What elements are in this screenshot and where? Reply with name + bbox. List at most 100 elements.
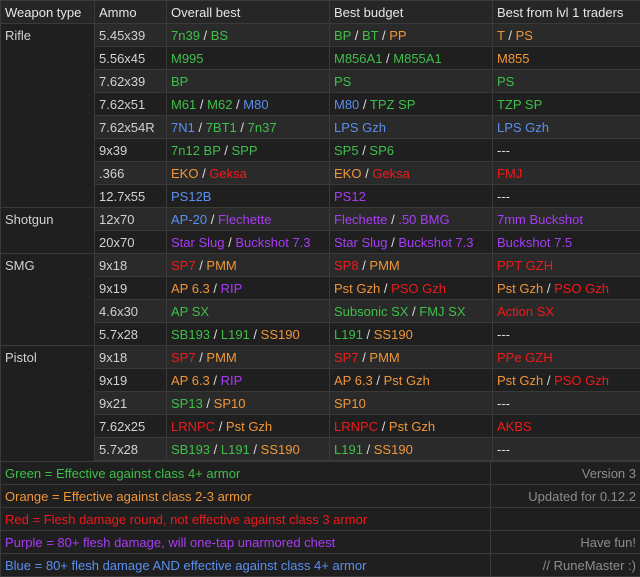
table-row: Shotgun12x70AP-20 / FlechetteFlechette /… bbox=[1, 208, 640, 231]
ammo-cell: 5.7x28 bbox=[95, 438, 167, 461]
table-row: 12.7x55PS12BPS12--- bbox=[1, 185, 640, 208]
separator: / bbox=[210, 281, 221, 296]
ammo-name: LRNPC bbox=[171, 419, 215, 434]
weapon-type-cell: Shotgun bbox=[1, 208, 95, 231]
weapon-type-cell: Rifle bbox=[1, 24, 95, 47]
legend-text: Blue = 80+ flesh damage AND effective ag… bbox=[1, 554, 491, 577]
ammo-name: SP5 bbox=[334, 143, 359, 158]
ammo-name: SP10 bbox=[334, 396, 366, 411]
table-row: 9x397n12 BP / SPPSP5 / SP6--- bbox=[1, 139, 640, 162]
ammo-name: RIP bbox=[221, 281, 243, 296]
ammo-name: SS190 bbox=[374, 327, 413, 342]
legend-note: Updated for 0.12.2 bbox=[491, 485, 640, 508]
separator: / bbox=[363, 442, 374, 457]
ammo-name: LPS Gzh bbox=[334, 120, 386, 135]
legend-row: Green = Effective against class 4+ armor… bbox=[1, 462, 640, 485]
ammo-name: Pst Gzh bbox=[497, 373, 543, 388]
table-row: Rifle5.45x397n39 / BSBP / BT / PPT / PS bbox=[1, 24, 640, 47]
lvl1-cell: --- bbox=[493, 323, 640, 346]
ammo-name: Pst Gzh bbox=[226, 419, 272, 434]
ammo-name: PMM bbox=[206, 350, 236, 365]
header-best-lvl1-traders: Best from lvl 1 traders bbox=[493, 1, 640, 24]
budget-cell: EKO / Geksa bbox=[330, 162, 493, 185]
ammo-name: BP bbox=[334, 28, 351, 43]
ammo-cell: 5.45x39 bbox=[95, 24, 167, 47]
ammo-name: Pst Gzh bbox=[389, 419, 435, 434]
separator: / bbox=[380, 281, 391, 296]
weapon-type-cell bbox=[1, 415, 95, 438]
weapon-type-cell bbox=[1, 300, 95, 323]
separator: / bbox=[232, 97, 243, 112]
weapon-type-cell bbox=[1, 323, 95, 346]
ammo-name: M80 bbox=[243, 97, 268, 112]
ammo-name: Star Slug bbox=[171, 235, 224, 250]
ammo-name: PS bbox=[497, 74, 514, 89]
overall-cell: 7n12 BP / SPP bbox=[167, 139, 330, 162]
ammo-name: Buckshot 7.3 bbox=[398, 235, 473, 250]
ammo-cell: 7.62x39 bbox=[95, 70, 167, 93]
lvl1-cell: AKBS bbox=[493, 415, 640, 438]
ammo-name: Geksa bbox=[209, 166, 247, 181]
table-row: 7.62x54R7N1 / 7BT1 / 7n37LPS GzhLPS Gzh bbox=[1, 116, 640, 139]
ammo-name: PS12 bbox=[334, 189, 366, 204]
lvl1-cell: PPe GZH bbox=[493, 346, 640, 369]
table-row: 7.62x51M61 / M62 / M80M80 / TPZ SPTZP SP bbox=[1, 93, 640, 116]
separator: / bbox=[543, 373, 554, 388]
overall-cell: 7N1 / 7BT1 / 7n37 bbox=[167, 116, 330, 139]
ammo-name: 7N1 bbox=[171, 120, 195, 135]
separator: / bbox=[210, 373, 221, 388]
separator: / bbox=[382, 51, 393, 66]
ammo-name: Subsonic SX bbox=[334, 304, 408, 319]
ammo-cell: 5.56x45 bbox=[95, 47, 167, 70]
header-weapon-type: Weapon type bbox=[1, 1, 95, 24]
header-ammo: Ammo bbox=[95, 1, 167, 24]
budget-cell: L191 / SS190 bbox=[330, 438, 493, 461]
budget-cell: Star Slug / Buckshot 7.3 bbox=[330, 231, 493, 254]
overall-cell: BP bbox=[167, 70, 330, 93]
separator: / bbox=[198, 166, 209, 181]
ammo-name: PMM bbox=[206, 258, 236, 273]
table-row: 9x19AP 6.3 / RIPPst Gzh / PSO GzhPst Gzh… bbox=[1, 277, 640, 300]
ammo-cell: 5.7x28 bbox=[95, 323, 167, 346]
separator: / bbox=[196, 350, 207, 365]
ammo-name: Pst Gzh bbox=[497, 281, 543, 296]
ammo-name: .50 BMG bbox=[398, 212, 449, 227]
separator: / bbox=[505, 28, 516, 43]
separator: / bbox=[207, 212, 218, 227]
separator: --- bbox=[497, 442, 510, 457]
ammo-name: M855A1 bbox=[393, 51, 441, 66]
ammo-name: EKO bbox=[334, 166, 361, 181]
legend-text: Green = Effective against class 4+ armor bbox=[1, 462, 491, 485]
weapon-type-cell bbox=[1, 162, 95, 185]
weapon-type-cell: SMG bbox=[1, 254, 95, 277]
budget-cell: PS12 bbox=[330, 185, 493, 208]
separator: / bbox=[351, 28, 362, 43]
ammo-name: PSO Gzh bbox=[554, 281, 609, 296]
ammo-name: SP6 bbox=[369, 143, 394, 158]
lvl1-cell: FMJ bbox=[493, 162, 640, 185]
ammo-name: BS bbox=[211, 28, 228, 43]
lvl1-cell: Action SX bbox=[493, 300, 640, 323]
ammo-name: AP SX bbox=[171, 304, 209, 319]
separator: --- bbox=[497, 396, 510, 411]
ammo-name: PPe GZH bbox=[497, 350, 553, 365]
separator: / bbox=[210, 327, 221, 342]
ammo-cell: 12x70 bbox=[95, 208, 167, 231]
ammo-name: L191 bbox=[334, 442, 363, 457]
ammo-name: 7n39 bbox=[171, 28, 200, 43]
ammo-name: T bbox=[497, 28, 505, 43]
legend-row: Blue = 80+ flesh damage AND effective ag… bbox=[1, 554, 640, 577]
ammo-name: PMM bbox=[369, 258, 399, 273]
ammo-name: Action SX bbox=[497, 304, 554, 319]
separator: / bbox=[250, 327, 261, 342]
overall-cell: SP13 / SP10 bbox=[167, 392, 330, 415]
budget-cell: Subsonic SX / FMJ SX bbox=[330, 300, 493, 323]
overall-cell: SB193 / L191 / SS190 bbox=[167, 438, 330, 461]
header-best-budget: Best budget bbox=[330, 1, 493, 24]
ammo-cell: 4.6x30 bbox=[95, 300, 167, 323]
overall-cell: PS12B bbox=[167, 185, 330, 208]
lvl1-cell: 7mm Buckshot bbox=[493, 208, 640, 231]
ammo-cell: 9x18 bbox=[95, 254, 167, 277]
lvl1-cell: --- bbox=[493, 392, 640, 415]
separator: / bbox=[196, 97, 207, 112]
